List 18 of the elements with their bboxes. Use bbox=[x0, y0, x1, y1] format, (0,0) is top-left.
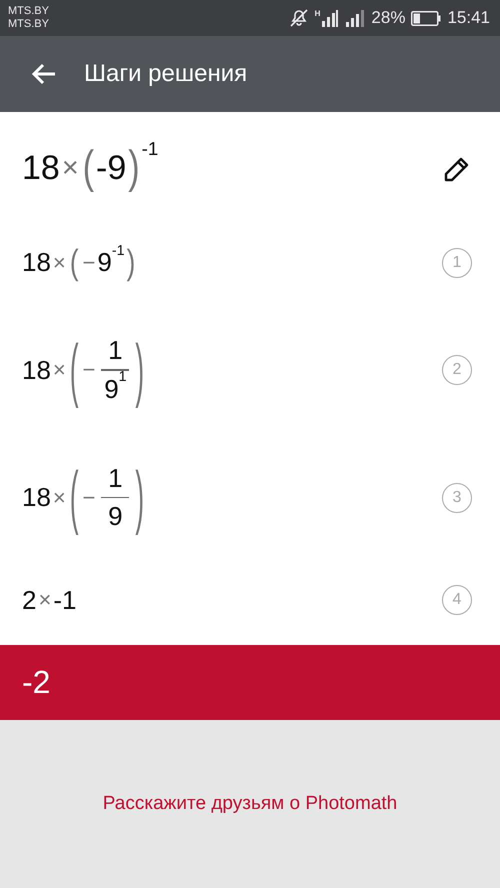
step-number[interactable]: 4 bbox=[442, 585, 472, 615]
share-link[interactable]: Расскажите друзьям о Photomath bbox=[102, 793, 398, 815]
battery-percent: 28% bbox=[371, 8, 406, 28]
carrier-name: MTS.BY bbox=[8, 5, 49, 18]
battery-icon bbox=[411, 10, 442, 26]
carrier-name: MTS.BY bbox=[8, 18, 49, 31]
result-value: -2 bbox=[22, 664, 50, 701]
signal-icon bbox=[321, 9, 340, 27]
back-arrow-icon bbox=[31, 63, 57, 85]
clock: 15:41 bbox=[447, 8, 490, 28]
mute-icon bbox=[288, 9, 309, 27]
step-expression: 2×-1 bbox=[22, 584, 78, 616]
step-number[interactable]: 2 bbox=[442, 355, 472, 385]
step-number[interactable]: 1 bbox=[442, 248, 472, 278]
screen-title: Шаги решения bbox=[84, 60, 248, 88]
network-type: H bbox=[314, 9, 320, 18]
step-number[interactable]: 3 bbox=[442, 482, 472, 512]
signal-icon bbox=[345, 9, 366, 27]
